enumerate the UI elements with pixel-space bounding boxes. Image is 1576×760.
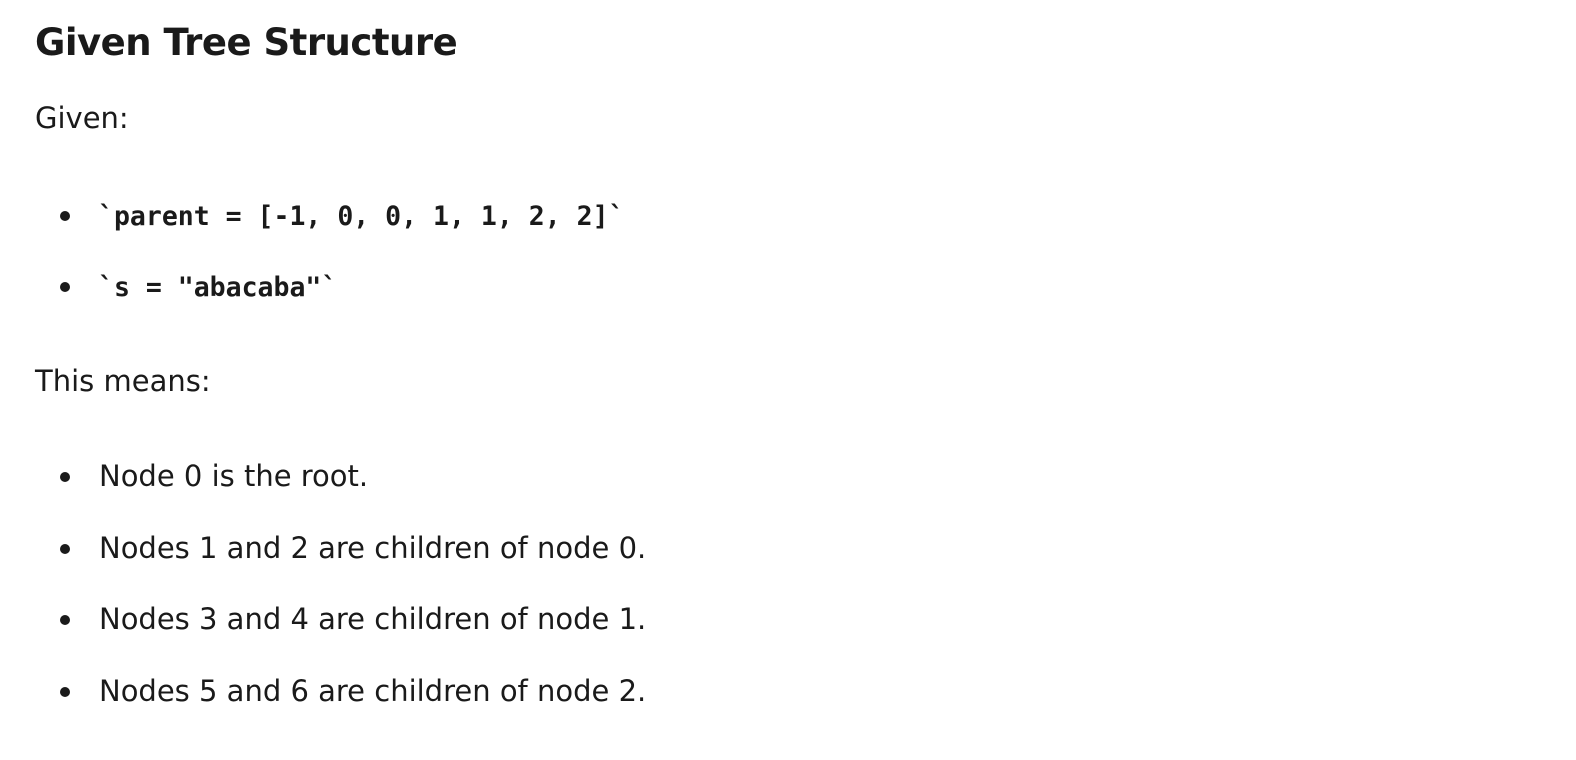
bullet-icon: [60, 472, 70, 482]
given-label: Given:: [35, 101, 129, 135]
list-item-text: Nodes 1 and 2 are children of node 0.: [99, 531, 647, 565]
code-parent-array: `parent = [-1, 0, 0, 1, 1, 2, 2]`: [98, 201, 625, 232]
list-item-text: Node 0 is the root.: [99, 459, 369, 493]
list-item-text: Nodes 3 and 4 are children of node 1.: [99, 602, 647, 636]
bullet-icon: [60, 544, 70, 554]
list-item-text: Nodes 5 and 6 are children of node 2.: [99, 674, 647, 708]
page-title: Given Tree Structure: [35, 21, 458, 64]
bullet-icon: [60, 687, 70, 697]
bullet-icon: [60, 211, 70, 221]
code-string-s: `s = "abacaba"`: [98, 272, 338, 303]
means-label: This means:: [35, 364, 211, 398]
document-body: Given Tree Structure Given: `parent = [-…: [35, 0, 1576, 760]
bullet-icon: [60, 615, 70, 625]
bullet-icon: [60, 282, 70, 292]
